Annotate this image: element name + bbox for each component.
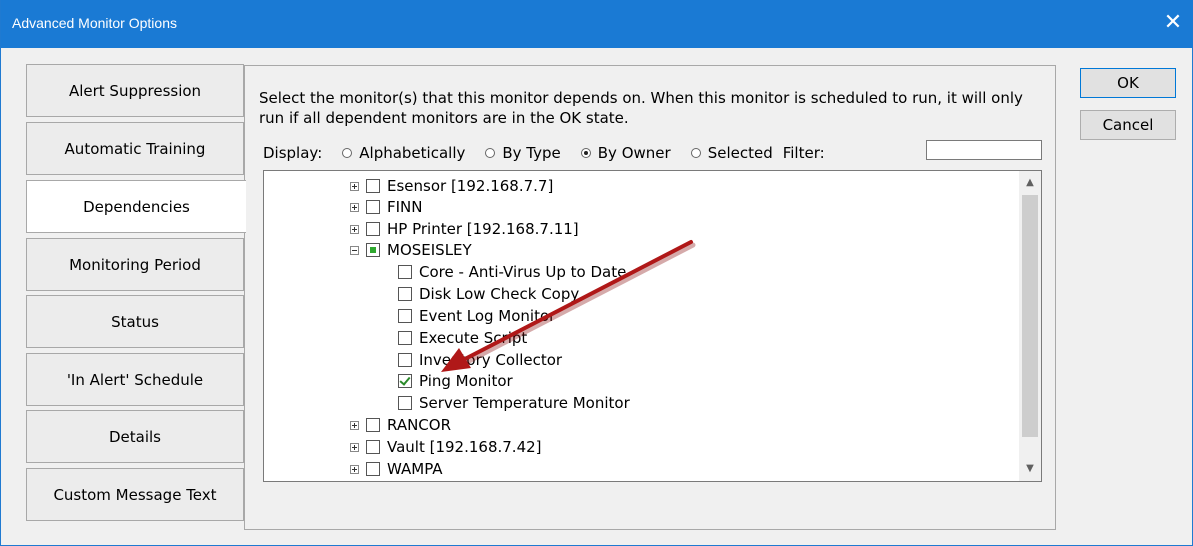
checkbox[interactable] bbox=[366, 222, 380, 236]
radio-label: Selected bbox=[707, 144, 773, 162]
collapse-icon[interactable] bbox=[350, 245, 359, 255]
tree-node-vault[interactable]: Vault [192.168.7.42] bbox=[350, 436, 542, 458]
checkbox[interactable] bbox=[366, 462, 380, 476]
radio-alphabetically[interactable]: Alphabetically bbox=[342, 144, 465, 162]
tree-node-moseisley[interactable]: MOSEISLEY bbox=[350, 239, 472, 261]
tree-node-server-temperature-monitor[interactable]: Server Temperature Monitor bbox=[398, 392, 630, 414]
ok-button[interactable]: OK bbox=[1080, 68, 1176, 98]
title-bar: Advanced Monitor Options ✕ bbox=[1, 0, 1193, 48]
advanced-monitor-options-dialog: Advanced Monitor Options ✕ Alert Suppres… bbox=[0, 0, 1193, 546]
radio-circle-icon bbox=[690, 148, 701, 158]
tree-node-label: RANCOR bbox=[387, 416, 451, 434]
tree-node-ping-monitor[interactable]: Ping Monitor bbox=[398, 370, 513, 392]
tree-node-label: Core - Anti-Virus Up to Date bbox=[419, 263, 627, 281]
tab-dependencies[interactable]: Dependencies bbox=[26, 180, 246, 233]
tree-node-wampa[interactable]: WAMPA bbox=[350, 458, 443, 480]
expand-icon[interactable] bbox=[350, 181, 359, 191]
radio-label: Alphabetically bbox=[359, 144, 466, 162]
tree-node-label: Ping Monitor bbox=[419, 372, 513, 390]
tab-status[interactable]: Status bbox=[26, 295, 244, 348]
filter-label: Filter: bbox=[782, 144, 825, 162]
radio-circle-icon bbox=[342, 148, 353, 158]
display-label: Display: bbox=[263, 144, 323, 162]
tree-node-event-log-monitor[interactable]: Event Log Monitor bbox=[398, 305, 555, 327]
tree-node-esensor[interactable]: Esensor [192.168.7.7] bbox=[350, 175, 553, 197]
radio-label: By Type bbox=[502, 144, 561, 162]
monitor-tree[interactable]: Esensor [192.168.7.7] FINN HP Printer [1… bbox=[263, 170, 1042, 482]
dependencies-description: Select the monitor(s) that this monitor … bbox=[259, 89, 1023, 127]
expand-icon[interactable] bbox=[350, 202, 359, 212]
tree-node-label: MOSEISLEY bbox=[387, 241, 472, 259]
checkbox-partial[interactable] bbox=[366, 243, 380, 257]
tree-node-hp-printer[interactable]: HP Printer [192.168.7.11] bbox=[350, 218, 579, 240]
checkbox[interactable] bbox=[398, 265, 412, 279]
scrollbar-thumb[interactable] bbox=[1022, 195, 1038, 437]
cancel-button[interactable]: Cancel bbox=[1080, 110, 1176, 140]
tree-node-label: Esensor [192.168.7.7] bbox=[387, 177, 554, 195]
expand-icon[interactable] bbox=[350, 464, 359, 474]
filter-input[interactable] bbox=[926, 140, 1042, 160]
radio-circle-icon bbox=[485, 148, 496, 158]
display-options: Display: Alphabetically By Type By Owner… bbox=[263, 142, 825, 164]
tree-node-label: HP Printer [192.168.7.11] bbox=[387, 220, 579, 238]
tree-node-label: Vault [192.168.7.42] bbox=[387, 438, 542, 456]
tree-node-label: Server Temperature Monitor bbox=[419, 394, 630, 412]
tree-node-label: Execute Script bbox=[419, 329, 528, 347]
checkbox[interactable] bbox=[398, 287, 412, 301]
tree-node-label: FINN bbox=[387, 198, 423, 216]
tree-node-inventory-collector[interactable]: Inventory Collector bbox=[398, 349, 562, 371]
tree-node-label: Event Log Monitor bbox=[419, 307, 556, 325]
window-title: Advanced Monitor Options bbox=[12, 15, 177, 31]
radio-selected[interactable]: Selected bbox=[690, 144, 773, 162]
checkbox[interactable] bbox=[366, 179, 380, 193]
checkbox[interactable] bbox=[398, 331, 412, 345]
checkbox[interactable] bbox=[398, 396, 412, 410]
close-icon[interactable]: ✕ bbox=[1160, 10, 1186, 36]
tree-node-disk-low-check-copy[interactable]: Disk Low Check Copy bbox=[398, 283, 579, 305]
tree-node-core-anti-virus[interactable]: Core - Anti-Virus Up to Date bbox=[398, 261, 626, 283]
expand-icon[interactable] bbox=[350, 420, 359, 430]
tab-custom-message-text[interactable]: Custom Message Text bbox=[26, 468, 244, 521]
checkbox[interactable] bbox=[366, 440, 380, 454]
tab-monitoring-period[interactable]: Monitoring Period bbox=[26, 238, 244, 291]
tab-automatic-training[interactable]: Automatic Training bbox=[26, 122, 244, 175]
tree-node-label: Inventory Collector bbox=[419, 351, 563, 369]
tree-node-label: WAMPA bbox=[387, 460, 443, 478]
expand-icon[interactable] bbox=[350, 224, 359, 234]
expand-icon[interactable] bbox=[350, 442, 359, 452]
radio-label: By Owner bbox=[597, 144, 671, 162]
scroll-down-icon[interactable]: ▼ bbox=[1019, 459, 1041, 479]
scroll-up-icon[interactable]: ▲ bbox=[1019, 173, 1041, 193]
tree-node-finn[interactable]: FINN bbox=[350, 196, 423, 218]
tree-node-execute-script[interactable]: Execute Script bbox=[398, 327, 527, 349]
tab-in-alert-schedule[interactable]: 'In Alert' Schedule bbox=[26, 353, 244, 406]
checkbox-checked[interactable] bbox=[398, 374, 412, 388]
tree-node-rancor[interactable]: RANCOR bbox=[350, 414, 451, 436]
tab-details[interactable]: Details bbox=[26, 410, 244, 463]
tab-alert-suppression[interactable]: Alert Suppression bbox=[26, 64, 244, 117]
radio-selected-icon bbox=[580, 148, 591, 158]
checkbox[interactable] bbox=[366, 418, 380, 432]
vertical-scrollbar[interactable]: ▲ ▼ bbox=[1019, 171, 1041, 481]
radio-by-owner[interactable]: By Owner bbox=[580, 144, 671, 162]
checkbox[interactable] bbox=[398, 309, 412, 323]
checkbox[interactable] bbox=[398, 353, 412, 367]
radio-by-type[interactable]: By Type bbox=[485, 144, 561, 162]
tree-node-label: Disk Low Check Copy bbox=[419, 285, 580, 303]
checkbox[interactable] bbox=[366, 200, 380, 214]
